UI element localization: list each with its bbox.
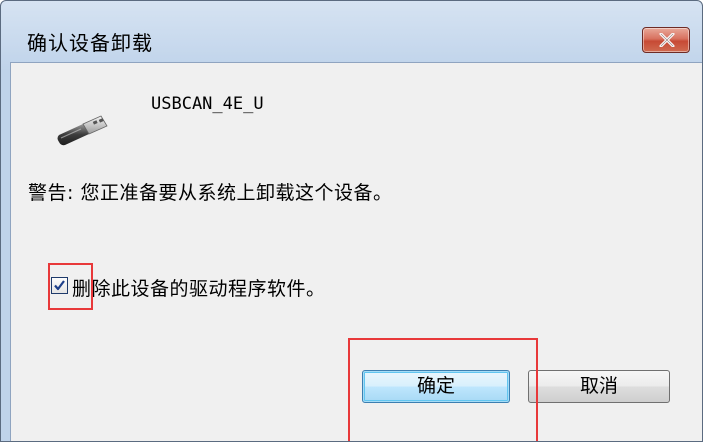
warning-message: 警告: 您正准备要从系统上卸载这个设备。 [28,182,393,204]
cancel-button[interactable]: 取消 [528,370,670,403]
close-icon [659,33,675,47]
dialog-title: 确认设备卸载 [27,31,153,55]
device-name: USBCAN_4E_U [151,94,264,114]
delete-driver-checkbox[interactable] [51,277,68,294]
uninstall-dialog: 确认设备卸载 USBCAN_4E_U 警告: 您正准备要从系统上卸载这个设备。 … [0,0,703,442]
close-button[interactable] [642,27,690,53]
ok-button[interactable]: 确定 [362,370,510,403]
checkmark-icon [54,280,65,291]
title-bar[interactable]: 确认设备卸载 [1,1,702,61]
dialog-body: USBCAN_4E_U 警告: 您正准备要从系统上卸载这个设备。 删除此设备的驱… [10,62,702,441]
usb-plug-icon [53,108,115,152]
delete-driver-label: 删除此设备的驱动程序软件。 [72,278,326,300]
